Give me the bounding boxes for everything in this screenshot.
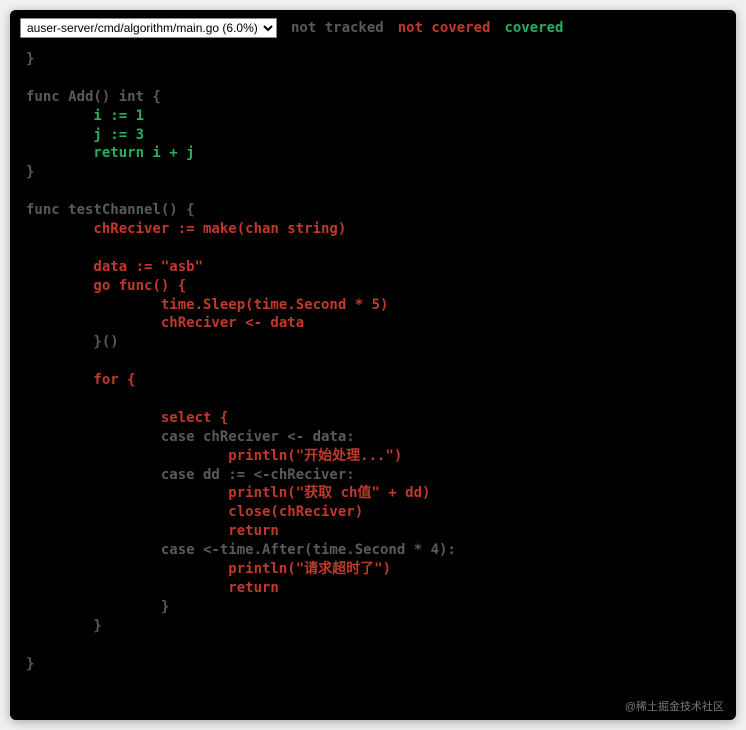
code-line: j := 3 xyxy=(26,126,720,145)
legend-not-covered: not covered xyxy=(398,20,491,36)
code-line xyxy=(26,239,720,258)
code-line: } xyxy=(26,598,720,617)
code-line: return xyxy=(26,522,720,541)
code-line: time.Sleep(time.Second * 5) xyxy=(26,296,720,315)
topbar: auser-server/cmd/algorithm/main.go (6.0%… xyxy=(10,10,736,46)
code-line: } xyxy=(26,163,720,182)
code-line xyxy=(26,352,720,371)
code-line: go func() { xyxy=(26,277,720,296)
code-line: } xyxy=(26,50,720,69)
code-line: chReciver <- data xyxy=(26,314,720,333)
legend-covered: covered xyxy=(504,20,563,36)
code-line: return xyxy=(26,579,720,598)
code-line: case dd := <-chReciver: xyxy=(26,466,720,485)
code-line: }() xyxy=(26,333,720,352)
code-block: } func Add() int { i := 1 j := 3 return … xyxy=(10,46,736,689)
code-line: chReciver := make(chan string) xyxy=(26,220,720,239)
code-line xyxy=(26,69,720,88)
code-line: data := "asb" xyxy=(26,258,720,277)
code-line: func testChannel() { xyxy=(26,201,720,220)
code-line: println("请求超时了") xyxy=(26,560,720,579)
code-line: i := 1 xyxy=(26,107,720,126)
code-line: } xyxy=(26,617,720,636)
code-line: return i + j xyxy=(26,144,720,163)
code-line: for { xyxy=(26,371,720,390)
code-line: } xyxy=(26,655,720,674)
file-select[interactable]: auser-server/cmd/algorithm/main.go (6.0%… xyxy=(20,18,277,38)
legend-not-tracked: not tracked xyxy=(291,20,384,36)
code-line: println("获取 ch值" + dd) xyxy=(26,484,720,503)
code-line: println("开始处理...") xyxy=(26,447,720,466)
code-line: case chReciver <- data: xyxy=(26,428,720,447)
code-line xyxy=(26,182,720,201)
code-line: close(chReciver) xyxy=(26,503,720,522)
code-line xyxy=(26,390,720,409)
coverage-window: auser-server/cmd/algorithm/main.go (6.0%… xyxy=(10,10,736,720)
code-line: func Add() int { xyxy=(26,88,720,107)
code-line: case <-time.After(time.Second * 4): xyxy=(26,541,720,560)
code-line: select { xyxy=(26,409,720,428)
watermark: @稀土掘金技术社区 xyxy=(625,698,724,714)
code-line xyxy=(26,636,720,655)
